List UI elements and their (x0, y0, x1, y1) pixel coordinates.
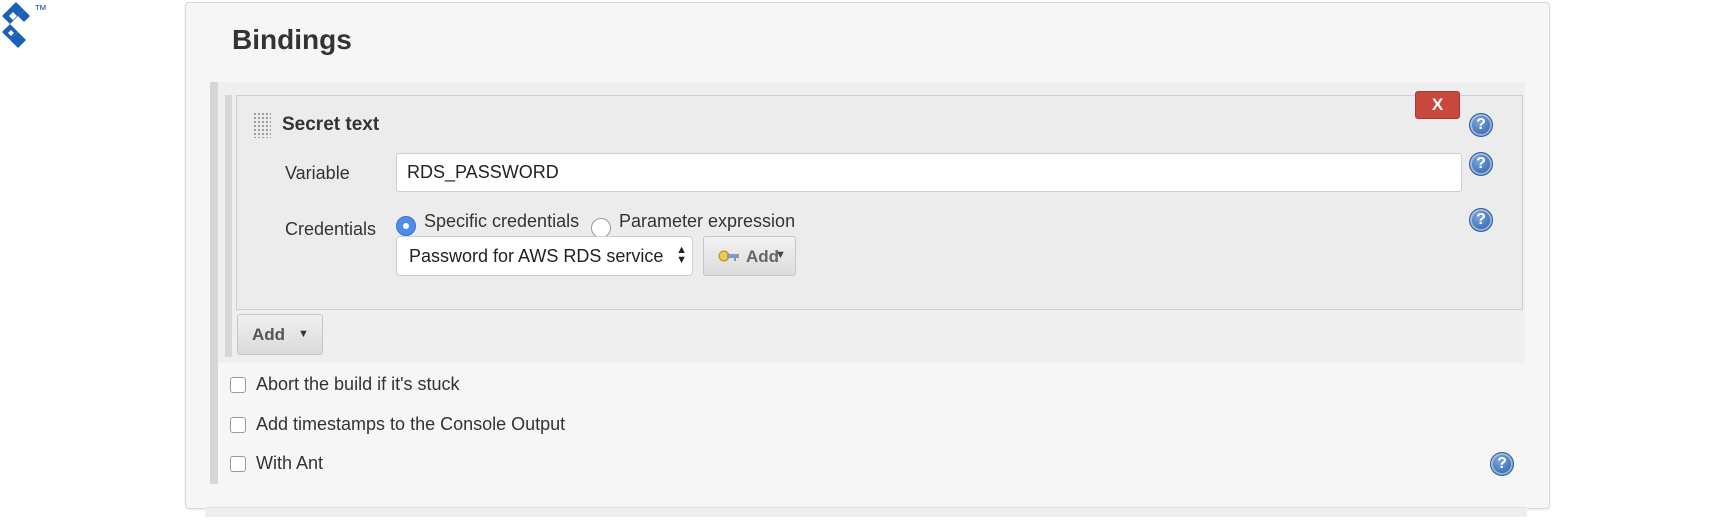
section-indent-bar (210, 82, 218, 484)
delete-binding-button[interactable]: X (1415, 91, 1460, 119)
trademark-symbol: ™ (34, 2, 47, 17)
parameter-expression-label[interactable]: Parameter expression (619, 211, 795, 232)
caret-down-icon: ▼ (775, 249, 786, 261)
binding-title: Secret text (282, 114, 380, 135)
add-credentials-button[interactable]: Add ▼ (703, 236, 796, 276)
help-icon[interactable]: ? (1469, 208, 1493, 232)
credentials-label: Credentials (285, 219, 377, 239)
help-icon[interactable]: ? (1469, 152, 1493, 176)
help-icon[interactable]: ? (1469, 113, 1493, 137)
caret-down-icon: ▼ (298, 328, 309, 340)
panel-footer (205, 507, 1527, 517)
timestamps-checkbox[interactable] (230, 417, 246, 433)
timestamps-label[interactable]: Add timestamps to the Console Output (256, 414, 565, 435)
credentials-select[interactable]: Password for AWS RDS service ▲ ▼ (396, 236, 693, 276)
credentials-select-value: Password for AWS RDS service (409, 246, 664, 266)
abort-stuck-label[interactable]: Abort the build if it's stuck (256, 374, 460, 395)
key-icon (718, 250, 739, 262)
add-binding-label: Add (252, 325, 286, 344)
section-title: Bindings (232, 24, 352, 55)
binding-indent-bar (225, 95, 232, 357)
drag-handle-icon[interactable] (253, 112, 271, 138)
select-arrows-icon: ▲ ▼ (676, 244, 687, 266)
abort-stuck-checkbox[interactable] (230, 377, 246, 393)
specific-credentials-label[interactable]: Specific credentials (424, 211, 579, 232)
variable-input[interactable] (396, 153, 1462, 192)
parameter-expression-radio[interactable] (591, 218, 611, 238)
secret-text-binding (236, 95, 1523, 310)
with-ant-checkbox[interactable] (230, 456, 246, 472)
add-binding-button[interactable]: Add ▼ (237, 314, 323, 355)
help-icon[interactable]: ? (1490, 452, 1514, 476)
specific-credentials-radio[interactable] (396, 216, 416, 236)
variable-label: Variable (285, 163, 350, 183)
with-ant-label[interactable]: With Ant (256, 453, 323, 474)
